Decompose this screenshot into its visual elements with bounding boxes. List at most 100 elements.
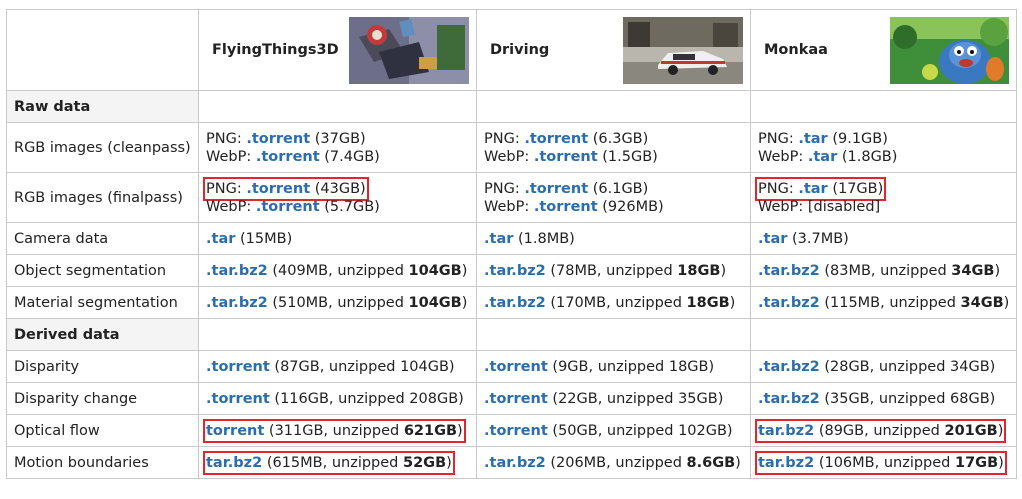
disabled-text: WebP: [disabled] [758,198,881,215]
download-link[interactable]: .torrent [484,359,548,375]
cell-driving: .tar.bz2 (170MB, unzipped 18GB) [476,286,751,319]
dataset-name: FlyingThings3D [212,42,339,58]
cell-driving: .torrent (50GB, unzipped 102GB) [476,414,751,447]
download-link[interactable]: .torrent [246,131,310,147]
download-link[interactable]: .tar [484,231,513,247]
cell-monkaa: tar.bz2 (89GB, unzipped 201GB) [749,414,1018,447]
download-link[interactable]: .tar [798,181,827,197]
download-link[interactable]: .tar [206,231,235,247]
cell-driving: .torrent (22GB, unzipped 35GB) [476,382,751,415]
dataset-name: Monkaa [764,42,828,58]
header-monkaa: Monkaa [749,9,1018,91]
download-link[interactable]: .torrent [484,391,548,407]
header-driving: Driving [476,9,751,91]
row-label: Disparity [6,350,199,383]
cell-driving: .tar.bz2 (78MB, unzipped 18GB) [476,254,751,287]
highlight-box: tar.bz2 (106MB, unzipped 17GB) [755,450,1007,475]
table-row: RGB images (cleanpass) PNG: .torrent (37… [6,122,1018,173]
cell-monkaa: .tar.bz2 (115MB, unzipped 34GB) [749,286,1018,319]
row-label: Material segmentation [6,286,199,319]
highlight-box: torrent (311GB, unzipped 621GB) [203,418,466,443]
download-link[interactable]: .tar.bz2 [206,295,268,311]
download-link[interactable]: .tar [798,131,827,147]
table-row: Disparity change .torrent (116GB, unzipp… [6,382,1018,415]
flyingthings3d-thumbnail-icon[interactable] [349,16,469,84]
header-row: FlyingThings3D Driving Monkaa [6,9,1018,91]
download-link[interactable]: .torrent [246,181,310,197]
cell-driving: .tar.bz2 (206MB, unzipped 8.6GB) [476,446,751,479]
row-label: RGB images (cleanpass) [6,122,199,173]
download-link[interactable]: .torrent [524,131,588,147]
download-link[interactable]: .tar.bz2 [758,295,820,311]
download-link[interactable]: .torrent [534,149,598,165]
cell-monkaa: .tar (3.7MB) [749,222,1018,255]
section-row-raw: Raw data [6,90,1018,123]
row-label: Motion boundaries [6,446,199,479]
download-link[interactable]: .tar.bz2 [206,263,268,279]
cell-flyingthings3d: PNG: .torrent (37GB) WebP: .torrent (7.4… [198,122,477,173]
datasets-table: FlyingThings3D Driving Monkaa Raw data R… [6,9,1018,479]
cell-flyingthings3d: .tar (15MB) [198,222,477,255]
table-row: Object segmentation .tar.bz2 (409MB, unz… [6,254,1018,287]
row-label: Disparity change [6,382,199,415]
cell-monkaa: tar.bz2 (106MB, unzipped 17GB) [749,446,1018,479]
cell-flyingthings3d: .tar.bz2 (409MB, unzipped 104GB) [198,254,477,287]
table-row: Motion boundaries tar.bz2 (615MB, unzipp… [6,446,1018,479]
row-label: Object segmentation [6,254,199,287]
cell-monkaa: .tar.bz2 (83MB, unzipped 34GB) [749,254,1018,287]
section-title: Raw data [6,90,199,123]
cell-monkaa: .tar.bz2 (28GB, unzipped 34GB) [749,350,1018,383]
download-link[interactable]: .tar.bz2 [758,263,820,279]
highlight-box: PNG: .torrent (43GB) [203,176,369,201]
highlight-box: tar.bz2 (89GB, unzipped 201GB) [754,418,1007,443]
row-label: RGB images (finalpass) [6,172,199,223]
download-link[interactable]: .torrent [484,423,548,439]
cell-monkaa: PNG: .tar (9.1GB) WebP: .tar (1.8GB) [749,122,1018,173]
download-link[interactable]: .torrent [256,199,320,215]
download-link[interactable]: torrent [206,423,264,439]
download-link[interactable]: tar.bz2 [206,455,262,471]
table-row: Camera data .tar (15MB) .tar (1.8MB) .ta… [6,222,1018,255]
cell-driving: PNG: .torrent (6.1GB) WebP: .torrent (92… [476,172,751,223]
cell-monkaa: .tar.bz2 (35GB, unzipped 68GB) [749,382,1018,415]
table-row: RGB images (finalpass) PNG: .torrent (43… [6,172,1018,223]
cell-flyingthings3d: .torrent (116GB, unzipped 208GB) [198,382,477,415]
section-title: Derived data [6,318,199,351]
download-link[interactable]: tar.bz2 [758,423,814,439]
driving-car-thumbnail-icon[interactable] [623,16,743,84]
cell-flyingthings3d: .torrent (87GB, unzipped 104GB) [198,350,477,383]
cell-flyingthings3d: PNG: .torrent (43GB) WebP: .torrent (5.7… [198,172,477,223]
table-row: Disparity .torrent (87GB, unzipped 104GB… [6,350,1018,383]
download-link[interactable]: .tar.bz2 [484,263,546,279]
cell-driving: .torrent (9GB, unzipped 18GB) [476,350,751,383]
row-label: Optical flow [6,414,199,447]
header-flyingthings3d: FlyingThings3D [198,9,477,91]
row-label: Camera data [6,222,199,255]
download-link[interactable]: .torrent [256,149,320,165]
highlight-box: PNG: .tar (17GB) [754,176,887,201]
table-row: Optical flow torrent (311GB, unzipped 62… [6,414,1018,447]
download-link[interactable]: .torrent [206,359,270,375]
download-link[interactable]: .torrent [534,199,598,215]
section-row-derived: Derived data [6,318,1018,351]
download-link[interactable]: .tar.bz2 [758,359,820,375]
download-link[interactable]: .torrent [206,391,270,407]
header-empty-cell [6,9,199,91]
download-link[interactable]: .torrent [524,181,588,197]
cell-driving: .tar (1.8MB) [476,222,751,255]
download-link[interactable]: .tar [758,231,787,247]
download-link[interactable]: .tar.bz2 [484,455,546,471]
table-row: Material segmentation .tar.bz2 (510MB, u… [6,286,1018,319]
download-link[interactable]: .tar.bz2 [758,391,820,407]
download-link[interactable]: tar.bz2 [758,455,814,471]
monkaa-character-thumbnail-icon[interactable] [890,16,1010,84]
highlight-box: tar.bz2 (615MB, unzipped 52GB) [203,450,455,475]
cell-flyingthings3d: torrent (311GB, unzipped 621GB) [198,414,477,447]
download-link[interactable]: .tar [808,149,837,165]
download-link[interactable]: .tar.bz2 [484,295,546,311]
cell-driving: PNG: .torrent (6.3GB) WebP: .torrent (1.… [476,122,751,173]
cell-flyingthings3d: .tar.bz2 (510MB, unzipped 104GB) [198,286,477,319]
cell-flyingthings3d: tar.bz2 (615MB, unzipped 52GB) [198,446,477,479]
dataset-name: Driving [490,42,550,58]
cell-monkaa: PNG: .tar (17GB) WebP: [disabled] [749,172,1018,223]
